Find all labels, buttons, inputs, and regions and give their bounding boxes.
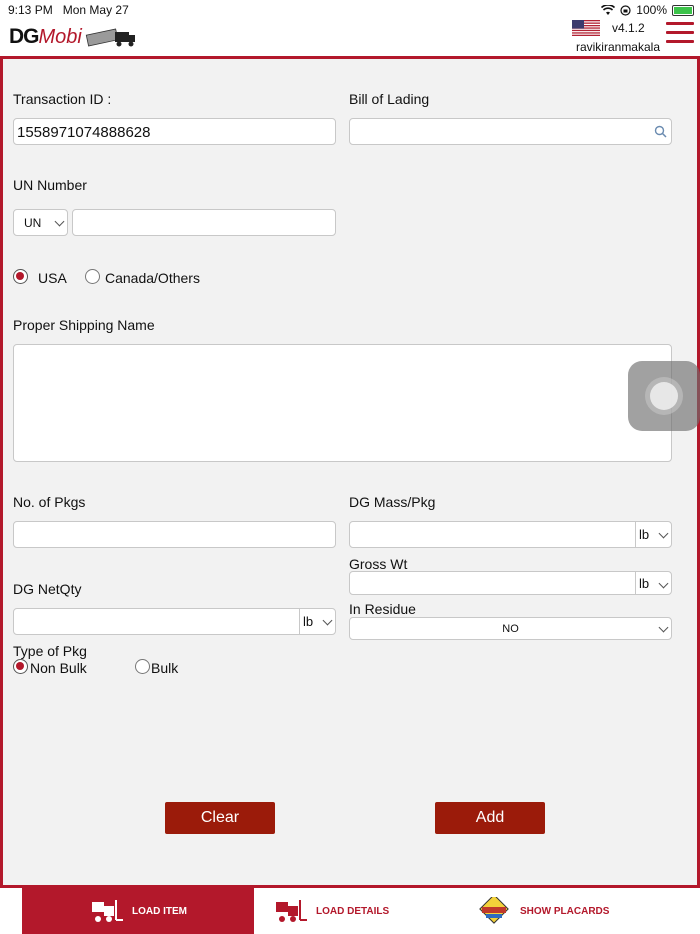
chevron-down-icon [658,622,669,633]
dg-netqty-label: DG NetQty [13,581,82,597]
no-of-pkgs-label: No. of Pkgs [13,494,86,510]
in-residue-label: In Residue [349,601,416,617]
assistive-touch-button[interactable] [628,361,700,431]
header-right: v4.1.2 ravikiranmakala [560,20,700,56]
in-residue-value: NO [502,622,519,635]
gross-wt-unit-select[interactable]: lb [635,572,671,594]
dg-mass-label: DG Mass/Pkg [349,494,436,510]
non-bulk-radio[interactable] [13,659,28,674]
proper-shipping-name-field[interactable] [13,344,672,462]
un-prefix-select[interactable]: UN [13,209,68,236]
tab-show-placards[interactable]: SHOW PLACARDS [478,888,678,934]
hamburger-menu-icon[interactable] [666,22,694,50]
transaction-id-field[interactable]: 1558971074888628 [13,118,336,145]
proper-shipping-name-label: Proper Shipping Name [13,317,155,333]
battery-icon [672,4,694,16]
transaction-id-label: Transaction ID : [13,91,112,107]
bill-of-lading-label: Bill of Lading [349,91,430,107]
gross-wt-field[interactable]: lb [349,571,672,595]
no-of-pkgs-field[interactable] [13,521,336,548]
non-bulk-label: Non Bulk [30,660,87,676]
usa-radio[interactable] [13,269,28,284]
bottom-tab-bar: LOAD ITEM LOAD DETAILS SHOW PLACARDS [0,888,700,934]
tab-load-item[interactable]: LOAD ITEM [22,888,254,934]
dg-mass-unit-select[interactable]: lb [635,522,671,547]
logo-mobi: Mobi [38,25,82,48]
forklift-icon [92,900,123,922]
tab-load-item-label: LOAD ITEM [132,905,187,917]
usa-label: USA [38,270,67,286]
chevron-down-icon [322,615,333,626]
search-icon[interactable] [654,125,667,138]
dg-mass-field[interactable]: lb [349,521,672,548]
gross-wt-label: Gross Wt [349,556,408,572]
type-of-pkg-label: Type of Pkg [13,643,87,659]
status-right: 100% [601,3,694,17]
load-item-form: Transaction ID : 1558971074888628 Bill o… [0,56,700,888]
bulk-radio[interactable] [135,659,150,674]
tab-load-details-label: LOAD DETAILS [316,905,390,917]
placard-icon [479,897,509,924]
logo-dg: DG [9,25,39,48]
un-prefix-value: UN [24,215,42,230]
us-flag-icon[interactable] [572,20,600,36]
status-time: 9:13 PM Mon May 27 [8,3,129,17]
battery-percent: 100% [636,3,667,17]
orientation-lock-icon [620,4,631,16]
canada-label: Canada/Others [105,270,200,286]
bulk-label: Bulk [151,660,179,676]
truck-logo-icon [85,28,135,47]
canada-radio[interactable] [85,269,100,284]
status-bar: 9:13 PM Mon May 27 100% [0,0,700,20]
chevron-down-icon [658,578,669,589]
add-button[interactable]: Add [435,802,545,834]
tab-show-placards-label: SHOW PLACARDS [520,905,610,917]
dg-netqty-unit-select[interactable]: lb [299,609,335,634]
un-number-label: UN Number [13,177,87,193]
forklift-icon [276,900,307,922]
in-residue-select[interactable]: NO [349,617,672,640]
tab-load-details[interactable]: LOAD DETAILS [274,888,464,934]
app-logo: DG Mobi [9,25,137,49]
clear-button[interactable]: Clear [165,802,275,834]
app-header: DG Mobi v4.1.2 ravikiranmakala [0,20,700,56]
chevron-down-icon [658,528,669,539]
un-number-field[interactable] [72,209,336,236]
chevron-down-icon [54,216,65,227]
bill-of-lading-field[interactable] [349,118,672,145]
dg-netqty-field[interactable]: lb [13,608,336,635]
wifi-icon [601,4,616,15]
app-version: v4.1.2 [612,21,645,35]
username: ravikiranmakala [575,40,660,54]
